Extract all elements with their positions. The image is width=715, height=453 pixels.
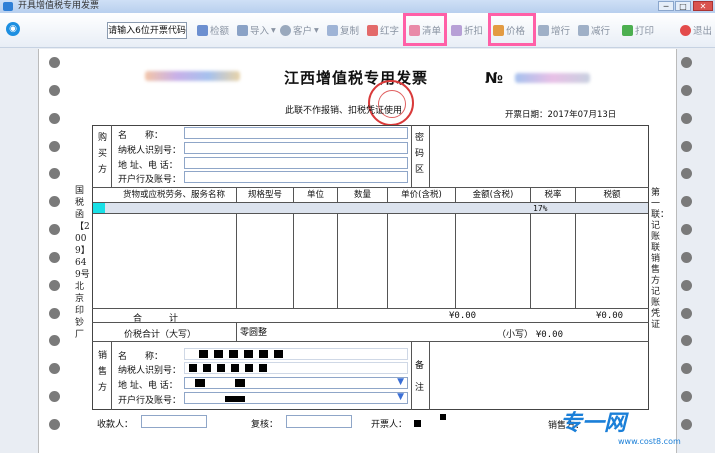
total-label: 合 计	[133, 314, 179, 324]
invoice-code-blurred	[145, 71, 240, 81]
col-quantity: 数量	[353, 190, 371, 200]
buyer-name-label: 名 称：	[118, 131, 164, 141]
seller-address-label: 地 址、电 话：	[118, 381, 178, 391]
issuer-label: 开票人：	[371, 420, 408, 430]
close-button[interactable]: ✕	[693, 1, 713, 11]
col-spec: 规格型号	[247, 190, 282, 200]
add-row-button[interactable]: 增行	[538, 22, 570, 38]
seller-address-redacted	[195, 379, 255, 387]
row-tax-rate: 17%	[533, 204, 548, 213]
highlight-price-button	[488, 13, 536, 46]
price-tax-upper: 零圆整	[240, 328, 268, 338]
seller-side-label: 销售方	[98, 351, 108, 393]
col-goods-name: 货物或应税劳务、服务名称	[122, 190, 225, 200]
invoice-code-input[interactable]: 请输入6位开票代码	[107, 22, 187, 39]
price-tax-lower: （小写） ¥0.00	[497, 330, 563, 340]
left-vertical-print: 国税函【2009】649号北京印钞厂	[75, 186, 90, 340]
highlight-list-button	[403, 13, 447, 46]
remark-label: 备注	[415, 361, 425, 393]
buyer-address-label: 地 址、电 话：	[118, 161, 178, 171]
row-selection-marker	[93, 203, 105, 213]
usage-note: 此联不作报销、扣税凭证使用	[285, 106, 403, 116]
print-button[interactable]: 打印	[622, 22, 654, 38]
invoice-number-label: №	[485, 69, 504, 87]
recheck-button[interactable]: 检额	[197, 22, 229, 38]
total-amount: ¥0.00	[449, 311, 477, 321]
buyer-side-label: 购买方	[98, 133, 108, 175]
total-tax: ¥0.00	[596, 311, 624, 321]
col-unit: 单位	[306, 190, 324, 200]
seller-address-field[interactable]: ▼	[184, 377, 408, 389]
customer-icon	[280, 24, 291, 36]
seller-name-label: 名 称：	[118, 352, 164, 362]
remark-field[interactable]	[432, 344, 646, 408]
right-vertical-print: 第一联：记账联 销售方记账凭证	[651, 188, 670, 330]
discount-button[interactable]: 折扣	[451, 22, 483, 38]
red-invoice-icon	[367, 24, 378, 36]
reviewer-label: 复核：	[251, 420, 279, 430]
delete-row-button[interactable]: 减行	[578, 22, 610, 38]
price-tax-label: 价税合计（大写）	[124, 330, 197, 340]
invoice-number-blurred	[515, 73, 590, 83]
seller-name-field[interactable]	[184, 348, 408, 360]
site-watermark-url: www.cost8.com	[618, 437, 681, 446]
buyer-taxid-field[interactable]	[184, 142, 408, 154]
seller-name-redacted	[199, 350, 289, 358]
copy-button[interactable]: 复制	[327, 22, 359, 38]
power-icon	[680, 24, 691, 36]
table-row[interactable]	[93, 202, 648, 214]
add-row-icon	[538, 24, 549, 36]
seller-taxid-redacted	[189, 364, 269, 372]
discount-icon	[451, 24, 462, 36]
seller-taxid-label: 纳税人识别号：	[118, 366, 182, 376]
issuer-redacted-2	[440, 414, 446, 420]
app-icon	[3, 2, 13, 11]
payee-label: 收款人：	[97, 420, 134, 430]
import-button[interactable]: 导入 ▾	[237, 22, 276, 38]
buyer-bank-field[interactable]	[184, 171, 408, 183]
col-tax-amount: 税额	[603, 190, 621, 200]
print-icon	[622, 24, 633, 36]
seller-taxid-field[interactable]	[184, 362, 408, 374]
app-logo-icon[interactable]: ◉	[6, 22, 20, 36]
seller-bank-redacted	[225, 396, 245, 402]
payee-field[interactable]	[141, 415, 207, 428]
window-title: 开具增值税专用发票	[18, 1, 100, 11]
minimize-button[interactable]: ─	[658, 1, 674, 11]
col-unit-price: 单价(含税)	[401, 190, 442, 200]
seller-bank-field[interactable]: ▼	[184, 392, 408, 404]
delete-row-icon	[578, 24, 589, 36]
issuer-redacted	[414, 420, 421, 427]
site-watermark: 专一网	[560, 411, 627, 436]
reviewer-field[interactable]	[286, 415, 352, 428]
buyer-taxid-label: 纳税人识别号：	[118, 146, 182, 156]
address-dropdown-icon[interactable]: ▼	[397, 377, 404, 387]
buyer-bank-label: 开户行及账号：	[118, 175, 182, 185]
maximize-button[interactable]: □	[675, 1, 691, 11]
invoice-title: 江西增值税专用发票	[284, 69, 429, 87]
bank-dropdown-icon[interactable]: ▼	[397, 392, 404, 402]
col-tax-rate: 税率	[544, 190, 562, 200]
copy-icon	[327, 24, 338, 36]
recheck-icon	[197, 24, 208, 36]
buyer-address-field[interactable]	[184, 157, 408, 169]
window-titlebar: 开具增值税专用发票 ─ □ ✕	[0, 0, 715, 14]
red-invoice-button[interactable]: 红字	[367, 22, 399, 38]
buyer-name-field[interactable]	[184, 127, 408, 139]
toolbar: ◉ 请输入6位开票代码 检额 导入 ▾ 客户 ▾ 复制 红字 清单 折扣 价格 增行…	[0, 13, 715, 48]
col-amount: 金额(含税)	[472, 190, 514, 200]
import-icon	[237, 24, 248, 36]
issue-date: 开票日期：2017年07月13日	[505, 110, 617, 120]
exit-button[interactable]: 退出	[680, 22, 712, 38]
password-area-label: 密码区	[415, 133, 425, 175]
customer-button[interactable]: 客户 ▾	[280, 22, 319, 38]
seller-bank-label: 开户行及账号：	[118, 396, 182, 406]
